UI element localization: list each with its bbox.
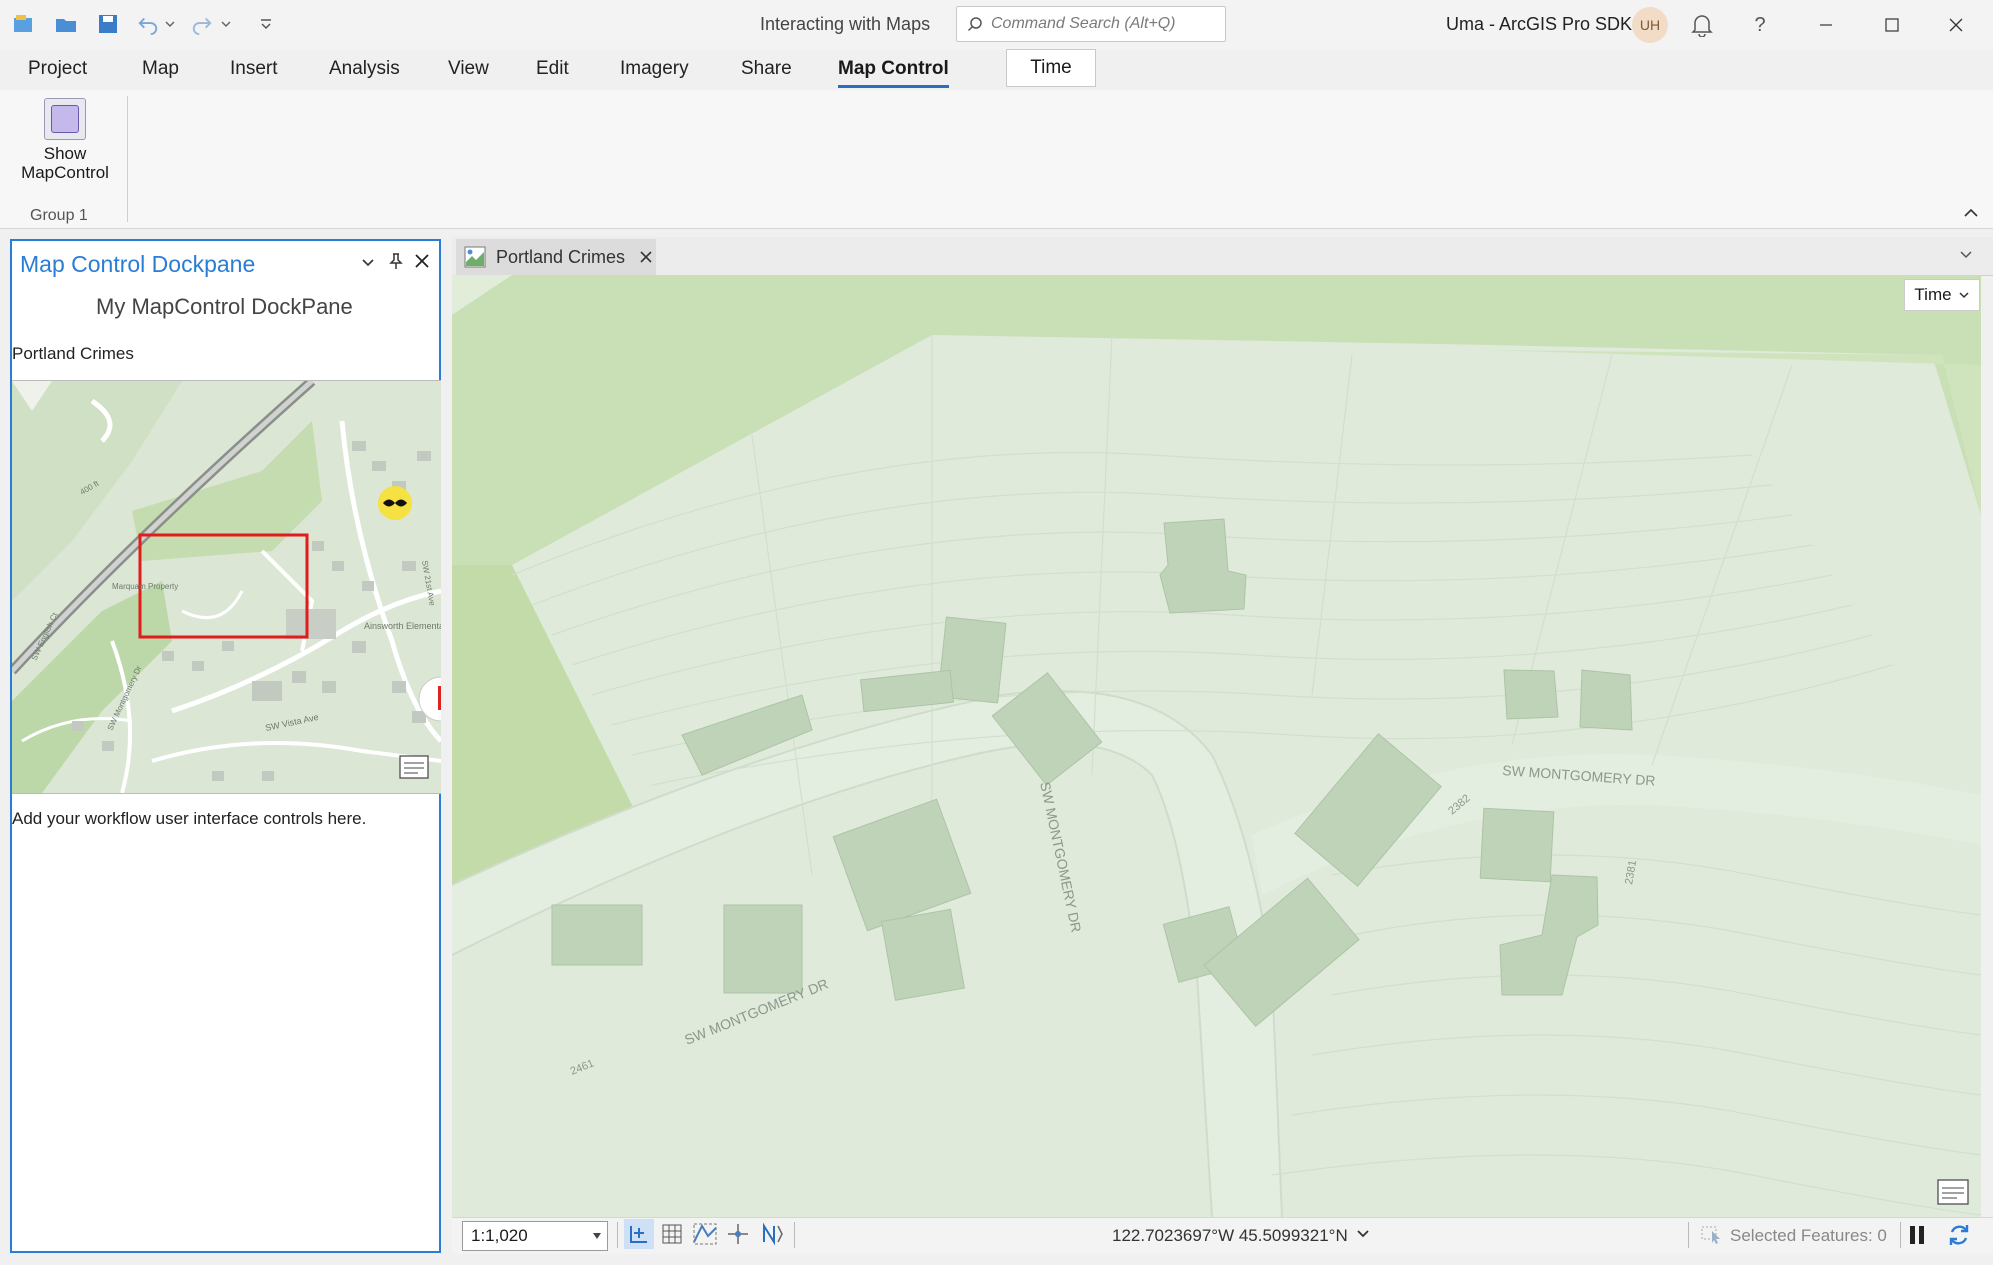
tab-map-control[interactable]: Map Control [838, 58, 949, 88]
tab-analysis[interactable]: Analysis [329, 58, 400, 80]
search-placeholder: Command Search (Alt+Q) [991, 15, 1176, 32]
time-dropdown[interactable]: Time [1904, 279, 1980, 311]
status-divider [1688, 1222, 1689, 1248]
save-project-icon[interactable] [94, 10, 122, 38]
redo-dropdown-icon[interactable] [218, 10, 234, 38]
correction-icon[interactable] [726, 1222, 750, 1246]
tab-view[interactable]: View [448, 58, 489, 80]
open-project-icon[interactable] [52, 10, 80, 38]
constraints-icon[interactable] [692, 1222, 718, 1246]
collapse-ribbon-icon[interactable] [1962, 206, 1980, 220]
dockpane-workflow-text: Add your workflow user interface control… [12, 809, 367, 828]
tab-time[interactable]: Time [1006, 49, 1096, 87]
customize-toolbar-icon[interactable] [252, 10, 280, 38]
user-name[interactable]: Uma - ArcGIS Pro SDK [1446, 14, 1632, 35]
tab-project[interactable]: Project [28, 58, 87, 80]
mini-map-school-label: Ainsworth Elementary [364, 621, 441, 631]
tab-share[interactable]: Share [741, 58, 792, 80]
ribbon-group-divider [127, 96, 128, 222]
time-dropdown-label: Time [1914, 285, 1952, 304]
pause-drawing-icon[interactable] [1908, 1224, 1926, 1246]
tab-list-chevron-icon[interactable] [1958, 249, 1974, 261]
ribbon-group-label: Group 1 [30, 207, 88, 224]
mini-map-label: Portland Crimes [12, 344, 134, 363]
chevron-down-icon [1958, 290, 1970, 300]
selected-features-count[interactable]: Selected Features: 0 [1730, 1226, 1887, 1246]
mapcontrol-icon [44, 98, 86, 140]
help-icon[interactable]: ? [1742, 8, 1778, 42]
scale-dropdown-icon [593, 1233, 601, 1239]
search-icon [967, 16, 983, 32]
new-project-icon[interactable] [10, 10, 38, 38]
show-mapcontrol-label-line2: MapControl [21, 163, 109, 182]
snapping-icon[interactable] [624, 1219, 654, 1249]
map-icon [464, 246, 486, 268]
command-search-input[interactable]: Command Search (Alt+Q) [956, 6, 1226, 42]
map-view-tab[interactable]: Portland Crimes [456, 239, 656, 275]
window-title: Interacting with Maps [760, 14, 931, 34]
ribbon-body [0, 90, 1993, 229]
map-view-tab-strip [452, 237, 1993, 276]
mini-map-control[interactable]: 400 ft Marquam Property Ainsworth Elemen… [12, 380, 441, 794]
show-mapcontrol-label-line1: Show [43, 144, 87, 163]
redo-icon[interactable] [188, 10, 216, 38]
ribbon-tab-strip: Project Map Insert Analysis View Edit Im… [0, 50, 1993, 90]
status-divider [617, 1222, 618, 1248]
undo-dropdown-icon[interactable] [162, 10, 178, 38]
status-divider [794, 1222, 795, 1248]
maximize-icon[interactable] [1874, 8, 1910, 42]
close-tab-icon[interactable] [639, 250, 653, 264]
tab-map[interactable]: Map [142, 58, 179, 80]
north-arrow-icon[interactable] [758, 1222, 784, 1246]
close-window-icon[interactable] [1938, 8, 1974, 42]
mini-map-park-label: Marquam Property [112, 582, 178, 591]
dockpane-heading: My MapControl DockPane [96, 294, 353, 319]
status-divider [1900, 1222, 1901, 1248]
map-view-tab-label: Portland Crimes [496, 246, 626, 267]
coordinate-readout[interactable]: 122.7023697°W 45.5099321°N [1112, 1226, 1348, 1246]
show-mapcontrol-button[interactable]: Show MapControl [10, 96, 120, 192]
notifications-bell-icon[interactable] [1684, 8, 1720, 42]
refresh-icon[interactable] [1946, 1222, 1972, 1248]
tab-imagery[interactable]: Imagery [620, 58, 689, 80]
close-dockpane-icon[interactable] [414, 253, 430, 269]
tab-edit[interactable]: Edit [536, 58, 569, 80]
dockpane-title: Map Control Dockpane [20, 251, 256, 277]
grid-icon[interactable] [660, 1222, 684, 1246]
dockpane-options-chevron-icon[interactable] [360, 254, 376, 270]
scale-selector[interactable]: 1:1,020 [462, 1221, 608, 1251]
avatar[interactable]: UH [1632, 7, 1668, 43]
minimize-icon[interactable] [1808, 8, 1844, 42]
coordinate-format-chevron-icon[interactable] [1356, 1229, 1370, 1239]
map-legend-icon[interactable] [1937, 1179, 1969, 1205]
main-map-view[interactable]: SW MONTGOMERY DR SW MONTGOMERY DR SW MON… [452, 275, 1981, 1217]
pin-icon[interactable] [388, 252, 404, 270]
scale-value: 1:1,020 [471, 1226, 528, 1245]
tab-insert[interactable]: Insert [230, 58, 278, 80]
selection-icon[interactable] [1700, 1223, 1724, 1245]
undo-icon[interactable] [134, 10, 162, 38]
